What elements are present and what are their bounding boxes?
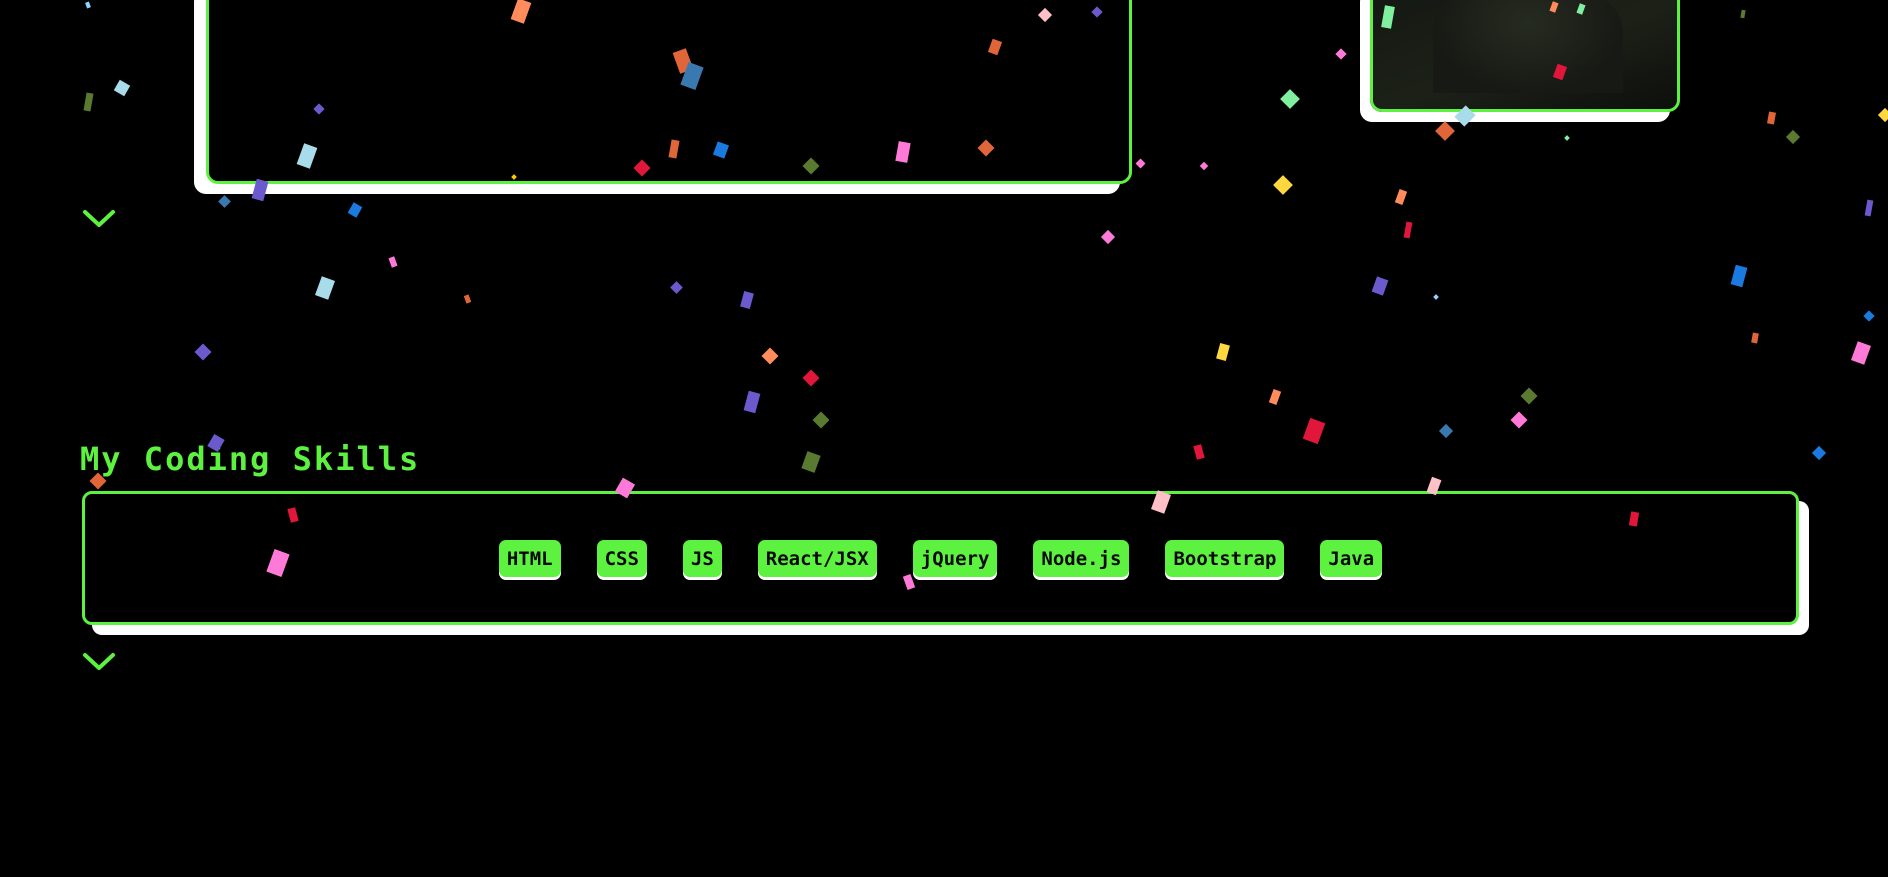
profile-photo-card (1370, 0, 1680, 112)
skill-badge-js: JS (682, 539, 722, 577)
profile-photo (1433, 0, 1623, 93)
confetti-piece (1371, 276, 1389, 296)
confetti-piece (1751, 332, 1759, 344)
skill-badge-html: HTML (498, 539, 561, 577)
confetti-piece (1520, 387, 1538, 405)
confetti-piece (1433, 294, 1439, 300)
confetti-piece (1100, 229, 1116, 245)
skill-badge-nodejs: Node.js (1033, 539, 1130, 577)
confetti-piece (1199, 161, 1209, 171)
confetti-piece (113, 79, 131, 97)
skill-badge-jquery: jQuery (912, 539, 998, 577)
confetti-piece (743, 390, 761, 414)
skills-card: HTML CSS JS React/JSX jQuery Node.js Boo… (82, 491, 1799, 625)
confetti-piece (1435, 121, 1455, 141)
confetti-piece (315, 276, 335, 300)
confetti-piece (1335, 48, 1347, 60)
confetti-piece (194, 343, 212, 361)
confetti-piece (812, 411, 830, 429)
confetti-piece (761, 347, 779, 365)
confetti-piece (1864, 199, 1874, 217)
confetti-piece (1811, 445, 1827, 461)
skill-badge-react: React/JSX (757, 539, 877, 577)
section-title: My Coding Skills (80, 440, 421, 478)
confetti-piece (1877, 107, 1888, 123)
confetti-piece (740, 290, 754, 310)
skill-badge-bootstrap: Bootstrap (1165, 539, 1285, 577)
skill-badge-java: Java (1320, 539, 1383, 577)
confetti-piece (801, 451, 821, 473)
skill-badge-css: CSS (596, 539, 647, 577)
confetti-piece (1302, 417, 1326, 445)
confetti-piece (1135, 158, 1146, 169)
confetti-piece (388, 256, 398, 268)
confetti-piece (1273, 175, 1293, 195)
confetti-piece (1193, 444, 1205, 460)
confetti-piece (1510, 411, 1528, 429)
confetti-piece (218, 195, 231, 208)
confetti-piece (1767, 111, 1776, 125)
confetti-piece (1785, 129, 1801, 145)
confetti-piece (85, 1, 91, 9)
confetti-piece (1403, 221, 1413, 239)
confetti-piece (347, 202, 363, 218)
confetti-piece (1438, 423, 1454, 439)
confetti-piece (1268, 389, 1282, 405)
chevron-down-icon[interactable] (82, 208, 116, 230)
confetti-piece (802, 369, 820, 387)
confetti-piece (670, 281, 683, 294)
confetti-piece (1730, 264, 1748, 288)
project-card (206, 0, 1132, 184)
chevron-down-icon[interactable] (82, 651, 116, 673)
confetti-piece (463, 294, 472, 304)
confetti-piece (1740, 9, 1746, 19)
confetti-piece (1216, 342, 1230, 362)
confetti-piece (1394, 189, 1408, 205)
confetti-piece (1564, 135, 1570, 141)
confetti-piece (1863, 310, 1875, 322)
confetti-piece (1280, 89, 1300, 109)
confetti-piece (1851, 341, 1871, 365)
confetti-piece (83, 92, 94, 112)
